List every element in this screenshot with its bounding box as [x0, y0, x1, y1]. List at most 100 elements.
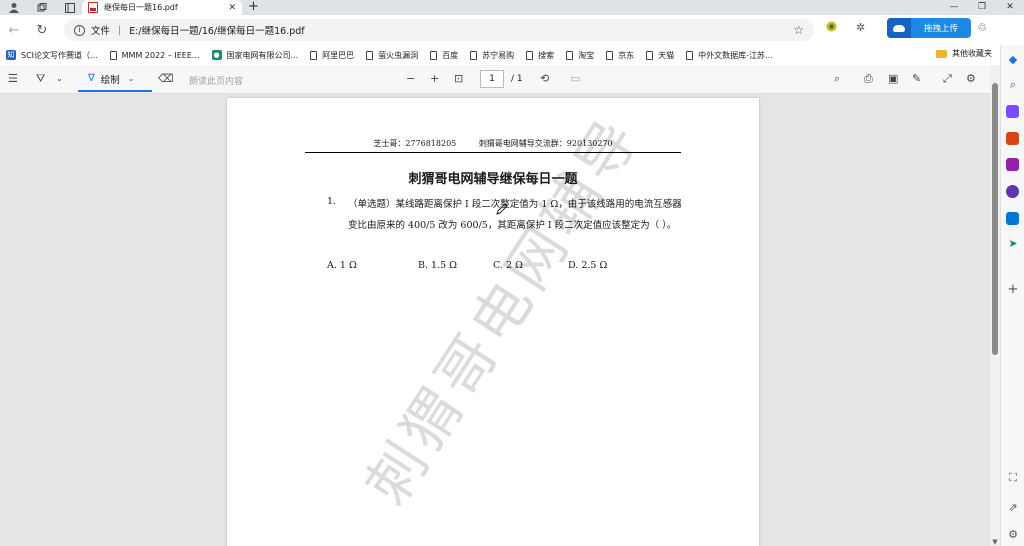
bookmark-page-icon: [566, 50, 574, 60]
page-view-icon[interactable]: ▭: [570, 72, 580, 85]
bookmark-item[interactable]: 萤火虫漏洞: [366, 50, 418, 61]
bookmark-item[interactable]: 搜索: [526, 50, 554, 61]
save-icon[interactable]: ▣: [888, 72, 898, 85]
refresh-button[interactable]: ↻: [28, 23, 56, 38]
bookmark-label: 中外文数据库-江苏...: [698, 50, 773, 60]
close-tab-icon[interactable]: ✕: [228, 3, 236, 13]
scroll-thumb[interactable]: [992, 83, 998, 355]
address-separator: |: [118, 24, 122, 36]
bookmark-label: 淘宝: [578, 50, 595, 60]
bookmark-label: 京东: [618, 50, 635, 60]
tab-pdf[interactable]: 继保每日一题16.pdf ✕: [82, 0, 242, 15]
header-left: 芝士哥：2776818205: [373, 139, 457, 148]
info-icon[interactable]: i: [74, 24, 85, 36]
folder-icon: [936, 49, 947, 58]
bookmark-item[interactable]: 百度: [430, 50, 458, 61]
bookmark-item[interactable]: 天猫: [646, 50, 674, 61]
highlight-chevron-icon[interactable]: ⌄: [56, 74, 63, 83]
scroll-down-icon[interactable]: ▼: [990, 538, 1000, 546]
restore-icon[interactable]: ❐: [968, 0, 996, 15]
sidebar-settings-icon[interactable]: ⚙: [1005, 528, 1021, 541]
draw-icon: ∇: [88, 73, 95, 84]
sidebar-games-icon[interactable]: [1006, 158, 1019, 171]
bookmark-page-icon: [430, 50, 438, 60]
bookmark-page-icon: [646, 50, 654, 60]
bookmark-item[interactable]: 中外文数据库-江苏...: [686, 50, 773, 61]
option-b: B. 1.5 Ω: [418, 260, 458, 271]
back-button[interactable]: ←: [0, 23, 28, 38]
extensions-puzzle-icon[interactable]: ✲: [856, 21, 865, 34]
sidebar-tools-icon[interactable]: [1006, 132, 1019, 145]
vertical-scrollbar[interactable]: ▲ ▼: [990, 65, 1000, 546]
bookmark-item[interactable]: MMM 2022 – IEEE...: [109, 50, 200, 60]
sidebar-screenshot-icon[interactable]: ⛶: [1005, 471, 1021, 485]
browser-essentials-icon[interactable]: ♲: [977, 21, 987, 34]
bookmark-page-icon: [526, 50, 534, 60]
close-window-icon[interactable]: ✕: [996, 0, 1024, 15]
address-bar[interactable]: i 文件 | E:/继保每日一题/16/继保每日一题16.pdf ☆: [64, 19, 814, 41]
draw-chevron-icon: ⌄: [127, 74, 135, 83]
pdf-file-icon: [88, 2, 98, 13]
bookmark-item[interactable]: 京东: [606, 50, 634, 61]
fullscreen-icon[interactable]: ⤢: [943, 72, 952, 86]
sidebar-open-external-icon[interactable]: ⇗: [1005, 501, 1021, 514]
bookmark-item[interactable]: 淘宝: [566, 50, 594, 61]
collections-icon[interactable]: [28, 0, 56, 15]
bookmark-page-icon: [470, 50, 478, 60]
upload-label: 拖拽上传: [923, 24, 958, 34]
bookmark-item[interactable]: 知 SCI论文写作赛道（...: [6, 50, 98, 61]
zoom-in-icon[interactable]: +: [430, 72, 439, 85]
cloud-icon: [887, 18, 911, 38]
fit-page-icon[interactable]: ⊡: [454, 72, 463, 85]
read-aloud-button[interactable]: 朗读此页内容: [189, 74, 243, 87]
option-a: A. 1 Ω: [327, 260, 357, 271]
pdf-page: 芝士哥：2776818205 刺猬哥电网辅导交流群：920130270 刺猬哥电…: [227, 98, 759, 546]
favorite-star-icon[interactable]: ☆: [793, 23, 804, 37]
bookmark-item[interactable]: 阿里巴巴: [310, 50, 354, 61]
print-icon[interactable]: ⎙: [864, 72, 873, 86]
sidebar-outlook-icon[interactable]: [1006, 212, 1019, 225]
sidebar-copilot-icon[interactable]: ◆: [1005, 53, 1021, 66]
sidebar-search-icon[interactable]: ⌕: [1005, 78, 1021, 92]
sidebar-send-icon[interactable]: ➤: [1005, 237, 1021, 250]
eraser-icon[interactable]: ⌫: [158, 72, 174, 85]
bookmark-label: 国家电网有限公司...: [226, 50, 299, 60]
bookmark-page-icon: [686, 50, 694, 60]
highlight-icon[interactable]: ⛛: [36, 72, 45, 86]
bookmark-item[interactable]: 苏宁易购: [470, 50, 514, 61]
pdf-viewer[interactable]: 芝士哥：2776818205 刺猬哥电网辅导交流群：920130270 刺猬哥电…: [0, 94, 990, 546]
address-prefix: 文件: [91, 26, 111, 37]
rotate-icon[interactable]: ⟲: [540, 72, 549, 85]
bookmark-label: SCI论文写作赛道（...: [21, 50, 98, 60]
sidebar-add-icon[interactable]: +: [1005, 282, 1021, 297]
sidebar-shopping-icon[interactable]: [1006, 105, 1019, 118]
bookmark-favicon-icon: ●: [211, 50, 222, 60]
profile-icon[interactable]: [0, 0, 28, 15]
tab-actions-icon[interactable]: [56, 0, 84, 15]
pen-cursor-icon: [496, 203, 508, 215]
tab-title: 继保每日一题16.pdf: [104, 3, 178, 12]
bookmark-label: 苏宁易购: [482, 50, 515, 60]
draw-button[interactable]: ∇ 绘制 ⌄: [78, 67, 152, 92]
contents-icon[interactable]: ☰: [8, 72, 18, 85]
bookmark-page-icon: [606, 50, 614, 60]
page-number-input[interactable]: 1: [480, 70, 504, 88]
zoom-out-icon[interactable]: −: [406, 72, 415, 85]
save-as-icon[interactable]: ✎: [912, 72, 921, 85]
bookmark-page-icon: [109, 50, 117, 60]
extension-icon[interactable]: [826, 21, 837, 35]
upload-button[interactable]: 拖拽上传: [887, 18, 971, 38]
settings-gear-icon[interactable]: ⚙: [966, 72, 976, 85]
bookmark-label: 阿里巴巴: [322, 50, 355, 60]
edge-sidebar: ◆ ⌕ ➤ + ⛶ ⇗ ⚙: [1000, 45, 1024, 546]
bookmark-label: 搜索: [538, 50, 555, 60]
other-bookmarks-folder[interactable]: 其他收藏夹: [936, 48, 992, 59]
other-bookmarks-label: 其他收藏夹: [952, 49, 992, 58]
new-tab-button[interactable]: +: [248, 0, 259, 15]
search-icon[interactable]: ⌕: [834, 72, 840, 86]
minimize-icon[interactable]: —: [940, 0, 968, 15]
page-total: / 1: [511, 74, 523, 84]
sidebar-office-icon[interactable]: [1006, 185, 1019, 198]
bookmark-item[interactable]: ● 国家电网有限公司...: [211, 50, 299, 61]
bookmark-label: MMM 2022 – IEEE...: [121, 50, 200, 60]
